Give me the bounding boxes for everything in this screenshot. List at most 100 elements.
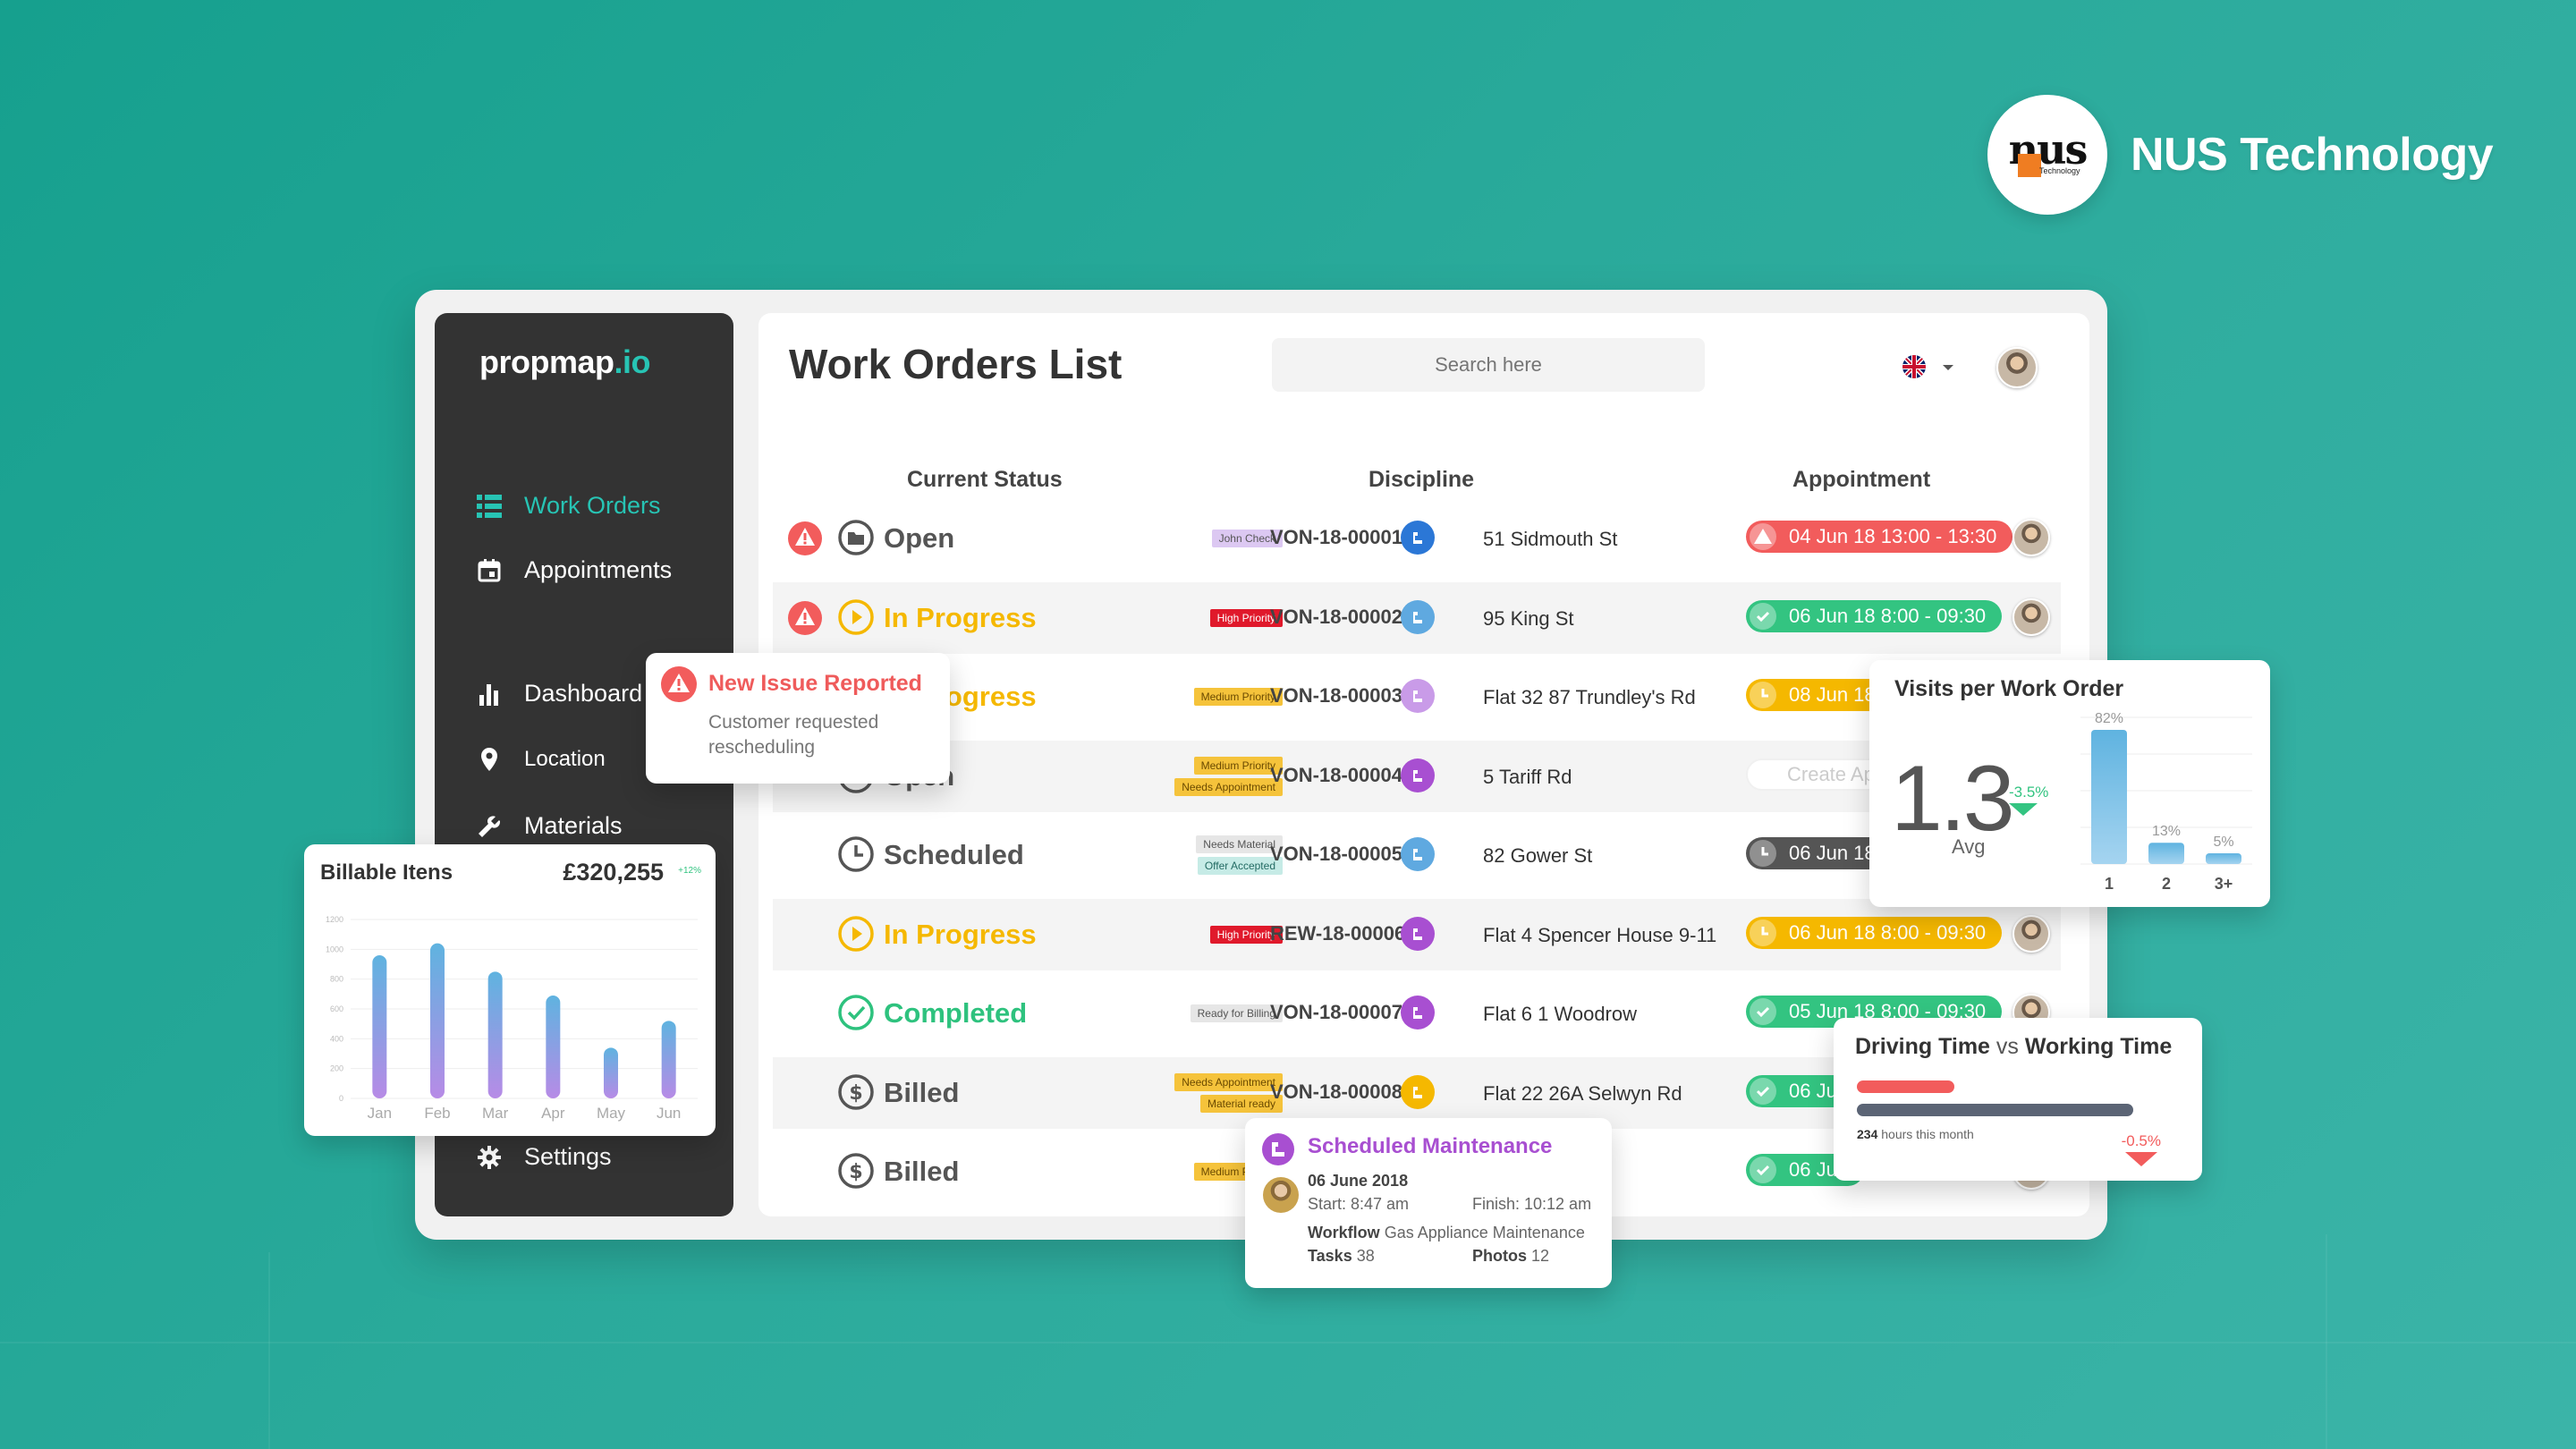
work-order-ref[interactable]: VON-18-00002 xyxy=(1270,606,1402,629)
dollar-status-icon: $ xyxy=(837,1152,875,1194)
appointment-pill[interactable]: 04 Jun 18 13:00 - 13:30 xyxy=(1746,521,2013,553)
driving-title: Driving Time vs Working Time xyxy=(1855,1034,2172,1060)
discipline-icon xyxy=(1401,837,1435,871)
tag-list: High Priority xyxy=(1068,582,1283,654)
sidebar-item-materials[interactable]: Materials xyxy=(476,812,623,840)
table-row[interactable]: OpenMedium PriorityNeeds AppointmentVON-… xyxy=(773,740,2061,812)
address: 95 King St xyxy=(1483,606,1574,630)
brand-name: NUS Technology xyxy=(2131,129,2494,181)
maintenance-workflow: Workflow Gas Appliance Maintenance xyxy=(1308,1224,1585,1242)
page-title: Work Orders List xyxy=(789,341,1123,387)
brand-logo-subtext: Technology xyxy=(2039,166,2080,175)
warning-icon xyxy=(787,521,823,561)
x-tick-label: Apr xyxy=(541,1105,565,1122)
maintenance-date: 06 June 2018 xyxy=(1308,1172,1409,1190)
language-dropdown-caret-icon[interactable] xyxy=(1943,365,1953,370)
x-tick-label: May xyxy=(597,1105,626,1122)
status-tag: Ready for Billing xyxy=(1190,1004,1283,1022)
billable-bar-chart: 1200 1000 800 600 400 200 0 Jan Feb Mar Apr May Jun xyxy=(326,915,698,1122)
column-header-status[interactable]: Current Status xyxy=(907,467,1063,493)
dollar-status-icon: $ xyxy=(837,1073,875,1115)
address: Flat 6 1 Woodrow xyxy=(1483,1003,1638,1025)
search-input[interactable] xyxy=(1272,338,1705,392)
app-logo-suffix: .io xyxy=(614,343,651,380)
new-issue-card[interactable]: New Issue Reported Customer requested re… xyxy=(646,653,950,784)
tag-list: Ready for Billing xyxy=(1068,978,1283,1049)
clock-status-icon xyxy=(837,835,875,877)
workflow-value: Gas Appliance Maintenance xyxy=(1384,1224,1585,1241)
table-row[interactable]: Open John Check VON-18-00001 51 Sidmouth St… xyxy=(773,503,2061,574)
bar-value-label: 82% xyxy=(2095,711,2123,726)
sidebar-item-work-orders[interactable]: Work Orders xyxy=(476,492,661,520)
discipline-icon xyxy=(1401,758,1435,792)
svg-text:$: $ xyxy=(849,1082,862,1105)
table-row[interactable]: Scheduled Needs Material Offer Accepted VON… xyxy=(773,819,2061,891)
tasks-label: Tasks xyxy=(1308,1247,1352,1265)
tag-list: Needs Material Offer Accepted xyxy=(1068,819,1283,891)
maintenance-start: Start: 8:47 am xyxy=(1308,1195,1410,1213)
status-label: Billed xyxy=(884,1156,960,1187)
y-tick-label: 1000 xyxy=(326,945,343,953)
table-row[interactable]: In Progress High Priority VON-18-00002 95 K… xyxy=(773,581,2061,654)
work-order-ref[interactable]: VON-18-00008 xyxy=(1270,1080,1402,1104)
sidebar-item-settings[interactable]: Settings xyxy=(476,1143,612,1171)
tag-list: Medium Priority Needs Appointment xyxy=(1068,741,1283,812)
scheduled-maintenance-card[interactable]: Scheduled Maintenance 06 June 2018 Start… xyxy=(1245,1118,1612,1288)
address: 51 Sidmouth St xyxy=(1483,528,1618,550)
appointment-pill[interactable]: 06 Jun 18 8:00 - 09:30 xyxy=(1746,599,2003,632)
address: Flat 32 87 Trundley's Rd xyxy=(1483,686,1696,708)
work-order-ref[interactable]: VON-18-00004 xyxy=(1270,764,1402,787)
bar xyxy=(487,971,503,1098)
status-label: Scheduled xyxy=(884,839,1024,870)
play-status-icon xyxy=(837,915,875,957)
assignee-avatar[interactable] xyxy=(2012,914,2050,953)
table-row[interactable]: In Progress High Priority REW-18-00006 Flat… xyxy=(773,898,2061,970)
warning-icon xyxy=(787,600,823,640)
sidebar-item-label: Dashboard xyxy=(524,680,643,707)
list-icon xyxy=(476,493,503,520)
work-order-ref[interactable]: VON-18-00005 xyxy=(1270,843,1402,866)
discipline-icon xyxy=(1401,916,1435,951)
discipline-icon xyxy=(1401,679,1435,713)
hours-this-month: 234 hours this month xyxy=(1857,1127,1974,1141)
photos-label: Photos xyxy=(1472,1247,1527,1265)
work-order-ref[interactable]: VON-18-00001 xyxy=(1270,526,1402,549)
workflow-label: Workflow xyxy=(1308,1224,1380,1241)
app-logo[interactable]: propmap.io xyxy=(479,343,651,381)
appointment-text: 06 Jun 18 8:00 - 09:30 xyxy=(1789,920,1987,944)
hours-value: 234 xyxy=(1857,1127,1878,1141)
assignee-avatar[interactable] xyxy=(2012,597,2050,636)
address: Flat 22 26A Selwyn Rd xyxy=(1483,1081,1682,1105)
x-tick-label: 3+ xyxy=(2215,875,2233,893)
sidebar-item-dashboard[interactable]: Dashboard xyxy=(476,680,642,708)
app-logo-text: propmap xyxy=(479,343,614,380)
brand-logo-mark xyxy=(2018,154,2041,177)
calendar-icon xyxy=(476,557,503,584)
technician-avatar xyxy=(1263,1177,1299,1213)
column-header-discipline[interactable]: Discipline xyxy=(1368,467,1474,493)
address: Flat 4 Spencer House 9-11 xyxy=(1483,923,1717,946)
appointment-status-icon xyxy=(1750,919,1776,946)
table-row[interactable]: In Progress Medium Priority VON-18-00003 Fl… xyxy=(773,661,2061,733)
x-tick-label: Jun xyxy=(657,1105,681,1122)
work-order-ref[interactable]: VON-18-00003 xyxy=(1270,684,1402,708)
column-header-appointment[interactable]: Appointment xyxy=(1792,467,1930,493)
visits-bar-chart: 82% 1 13% 2 5% 3+ xyxy=(2080,711,2252,893)
x-tick-label: Mar xyxy=(482,1105,509,1122)
appointment-status-icon xyxy=(1750,602,1776,630)
sidebar-item-location[interactable]: Location xyxy=(476,746,606,773)
discipline-icon xyxy=(1401,521,1435,555)
driving-delta: -0.5% xyxy=(2121,1132,2161,1149)
discipline-icon xyxy=(1401,1074,1435,1109)
appointment-pill[interactable]: 06 Jun 18 8:00 - 09:30 xyxy=(1746,916,2003,949)
appointment-status-icon xyxy=(1750,1157,1776,1183)
tag-list: Needs Appointment Material ready xyxy=(1068,1057,1283,1129)
sidebar-item-appointments[interactable]: Appointments xyxy=(476,556,672,584)
assignee-avatar[interactable] xyxy=(2012,519,2050,556)
work-order-ref[interactable]: VON-18-00007 xyxy=(1270,1001,1402,1024)
bar xyxy=(604,1047,618,1098)
uk-flag-icon[interactable] xyxy=(1902,354,1927,384)
user-avatar[interactable] xyxy=(1996,347,2038,388)
work-order-ref[interactable]: REW-18-00006 xyxy=(1270,922,1405,945)
issue-text: Customer requested rescheduling xyxy=(708,712,879,758)
